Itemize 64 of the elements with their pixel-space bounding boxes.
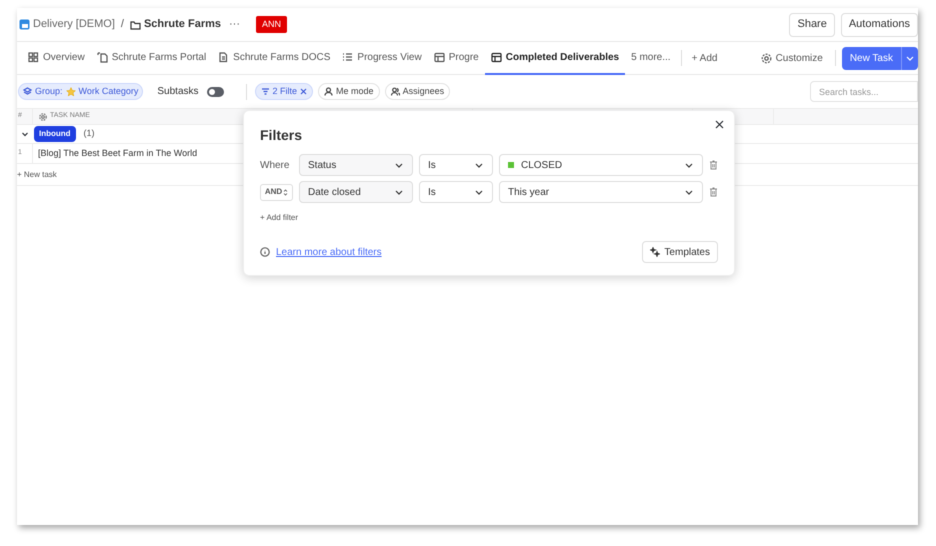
sort-icon: [283, 188, 288, 196]
header-button[interactable]: Share: [789, 12, 835, 36]
view-tab[interactable]: 5 more...: [625, 42, 677, 74]
document-icon: [218, 52, 230, 62]
customize-button[interactable]: Customize: [754, 50, 829, 66]
conjunction-select[interactable]: AND: [260, 184, 293, 200]
list-icon: [342, 52, 354, 62]
more-button[interactable]: ···: [229, 16, 240, 33]
group-label: Inbound: [34, 126, 76, 142]
trash-icon: [709, 187, 718, 197]
popover-title: Filters: [260, 126, 304, 145]
close-icon: [715, 120, 724, 129]
gear-icon: [39, 112, 47, 120]
breadcrumb-link[interactable]: Delivery [DEMO]: [19, 16, 115, 33]
sparkle-icon: [650, 247, 660, 257]
learn-more-link[interactable]: Learn more about filters: [276, 244, 382, 260]
value-select[interactable]: This year: [499, 181, 703, 203]
me-mode-chip[interactable]: Me mode: [318, 83, 380, 100]
group-chip[interactable]: Group: Work Category: [18, 83, 144, 100]
document-icon: [96, 52, 108, 62]
task-name[interactable]: [Blog] The Best Beet Farm in The World: [33, 146, 198, 160]
operator-select[interactable]: Is: [419, 154, 493, 176]
breadcrumb-separator: /: [120, 17, 124, 32]
new-task-link[interactable]: + New task: [17, 168, 57, 180]
assignees-chip[interactable]: Assignees: [384, 83, 450, 100]
grid-icon: [28, 52, 39, 62]
star-icon: [66, 86, 76, 96]
view-tab[interactable]: Progre: [428, 42, 485, 74]
header-button[interactable]: Automations: [840, 12, 918, 36]
value-select[interactable]: CLOSED: [499, 154, 703, 176]
where-label: Where: [260, 158, 290, 172]
chevron-icon: [21, 130, 29, 138]
people-icon: [390, 87, 400, 96]
view-tab[interactable]: Schrute Farms Portal: [90, 42, 212, 74]
operator-select[interactable]: Is: [419, 181, 493, 203]
table-icon: [490, 52, 502, 62]
info-icon: [260, 247, 270, 257]
breadcrumb-link[interactable]: Schrute Farms: [130, 16, 221, 33]
person-icon: [324, 87, 334, 96]
field-select[interactable]: Status: [299, 154, 413, 176]
close-button[interactable]: [715, 120, 724, 129]
subtasks-toggle[interactable]: [206, 86, 224, 96]
delete-button[interactable]: [709, 160, 718, 170]
badge: ANN: [256, 16, 288, 34]
view-tab[interactable]: Completed Deliverables: [484, 42, 626, 74]
close-icon: [300, 88, 308, 95]
add-view-button[interactable]: + Add: [686, 50, 724, 66]
layers-icon: [23, 87, 32, 96]
subtasks-label: Subtasks: [157, 85, 199, 99]
delete-button[interactable]: [709, 187, 718, 197]
gear-icon: [760, 52, 772, 64]
folder-icon: [130, 20, 141, 30]
add-filter-button[interactable]: + Add filter: [260, 212, 298, 224]
view-tab[interactable]: Overview: [22, 42, 91, 74]
table-icon: [434, 52, 445, 62]
trash-icon: [709, 160, 718, 170]
field-select[interactable]: Date closed: [299, 181, 413, 203]
filter-icon: [260, 87, 270, 96]
view-tab[interactable]: Progress View: [336, 42, 428, 74]
filter-chip[interactable]: 2 Filte: [254, 83, 314, 100]
view-tab[interactable]: Schrute Farms DOCS: [212, 42, 336, 74]
group-count: (1): [84, 127, 95, 140]
search-field[interactable]: Search tasks...: [810, 81, 918, 102]
templates-button[interactable]: Templates: [642, 241, 718, 263]
